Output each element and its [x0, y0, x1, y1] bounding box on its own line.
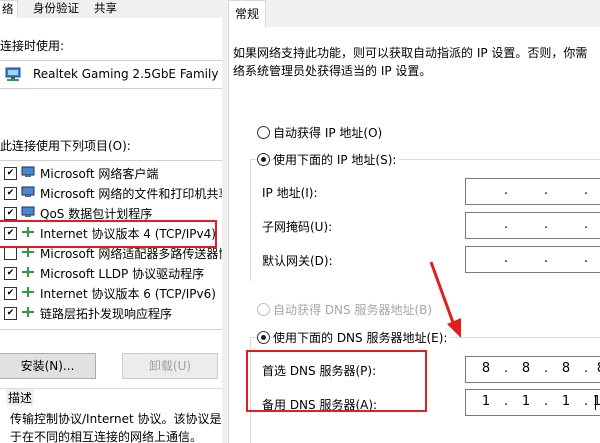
qos-icon [21, 206, 35, 217]
checkbox[interactable] [4, 307, 17, 320]
items-label: 此连接使用下列项目(O): [0, 139, 131, 153]
network-adapter-icon [5, 67, 21, 81]
list-item[interactable]: Microsoft 网络的文件和打印机共享 [0, 183, 222, 203]
subnet-mask-input[interactable]: . . . [465, 212, 600, 239]
checkbox[interactable] [4, 207, 17, 220]
connect-using-label: 连接时使用: [0, 39, 65, 53]
manual-dns-radio[interactable] [257, 331, 270, 344]
uninstall-button[interactable]: 卸载(U) [122, 353, 218, 379]
auto-ip-label[interactable]: 自动获得 IP 地址(O) [273, 124, 382, 141]
tab-authentication[interactable]: 身份验证 [30, 0, 82, 17]
list-item[interactable]: 链路层拓扑发现响应程序 [0, 303, 222, 323]
description-title: 描述 [6, 389, 35, 406]
ipv4-highlight-box [0, 220, 217, 248]
manual-ip-radio[interactable] [257, 153, 270, 166]
adapter-name: Realtek Gaming 2.5GbE Family C [33, 67, 222, 81]
alternate-dns-input[interactable]: 1 . 1 . 1 . 1 [465, 389, 600, 416]
manual-ip-label[interactable]: 使用下面的 IP 地址(S): [273, 151, 400, 168]
intro-line-1: 如果网络支持此功能，则可以获取自动指派的 IP 设置。否则，你需 [233, 46, 588, 60]
ip-address-label: IP 地址(I): [262, 186, 318, 200]
network-client-icon [21, 166, 35, 177]
text-caret [595, 395, 596, 410]
protocol-icon [22, 267, 34, 277]
default-gateway-input[interactable]: . . . [465, 246, 600, 273]
checkbox[interactable] [4, 187, 17, 200]
ip-group-border-left [250, 159, 251, 281]
auto-dns-radio[interactable] [257, 303, 270, 316]
preferred-dns-input[interactable]: 8 . 8 . 8 . 8 [465, 356, 600, 383]
tab-general[interactable]: 常规 [228, 0, 267, 28]
auto-dns-label[interactable]: 自动获得 DNS 服务器地址(B) [273, 301, 432, 318]
ip-address-input[interactable]: . . . [465, 178, 600, 205]
adapter-box: Realtek Gaming 2.5GbE Family C [0, 60, 222, 89]
description-line-2: 于在不同的相互连接的网络上通信。 [10, 430, 203, 443]
protocol-icon [22, 287, 34, 297]
auto-ip-radio[interactable] [257, 126, 270, 139]
tab-sharing[interactable]: 共享 [91, 0, 120, 17]
tab-network[interactable]: 络 [0, 0, 18, 19]
left-tabbar: 络 身份验证 共享 [0, 0, 222, 19]
dns-highlight-box [246, 350, 427, 412]
install-button[interactable]: 安装(N)... [0, 353, 96, 379]
intro-line-2: 络系统管理员处获得适当的 IP 设置。 [233, 64, 432, 78]
checkbox[interactable] [4, 247, 17, 260]
list-item[interactable]: Microsoft 网络客户端 [0, 163, 222, 183]
checkbox[interactable] [4, 287, 17, 300]
red-arrow-icon [429, 261, 461, 338]
adapter-properties-dialog: 络 身份验证 共享 连接时使用: Realtek Gaming 2.5GbE F… [0, 0, 222, 443]
list-item[interactable]: Internet 协议版本 6 (TCP/IPv6) [0, 283, 222, 303]
default-gateway-label: 默认网关(D): [262, 254, 333, 268]
manual-dns-label[interactable]: 使用下面的 DNS 服务器地址(E): [273, 329, 451, 346]
list-item[interactable]: Microsoft LLDP 协议驱动程序 [0, 263, 222, 283]
description-line-1: 传输控制协议/Internet 协议。该协议是 [10, 412, 222, 426]
file-printer-share-icon [21, 186, 35, 197]
protocol-icon [22, 307, 34, 317]
subnet-mask-label: 子网掩码(U): [262, 220, 333, 234]
checkbox[interactable] [4, 167, 17, 180]
checkbox[interactable] [4, 267, 17, 280]
